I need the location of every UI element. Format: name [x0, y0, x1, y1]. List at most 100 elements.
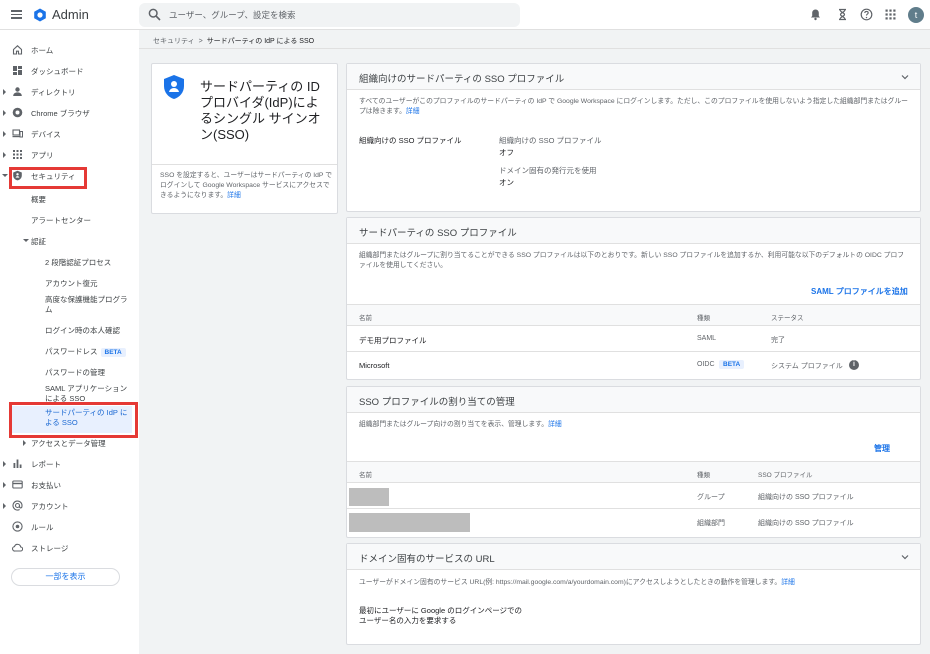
column-header[interactable]: 名前 [359, 312, 372, 322]
hourglass-icon[interactable] [836, 8, 849, 21]
add-saml-profile-button[interactable]: SAML プロファイルを追加 [811, 286, 908, 297]
sidebar-item-saml-apps[interactable]: SAML アプリケーションによる SSO [45, 384, 133, 403]
sidebar-item-chrome[interactable]: Chrome ブラウザ [0, 104, 139, 122]
sidebar-item-label: レポート [31, 460, 61, 469]
manage-button[interactable]: 管理 [874, 443, 890, 454]
table-row[interactable]: Microsoft OIDC BETA システム プロファイル i [347, 353, 920, 378]
panel-header[interactable]: 組織向けのサードパーティの SSO プロファイル [347, 64, 920, 90]
sidebar-item-label: アカウント [31, 502, 69, 511]
show-less-button[interactable]: 一部を表示 [11, 568, 120, 586]
sidebar-item-devices[interactable]: デバイス [0, 125, 139, 143]
column-header[interactable]: 種類 [697, 312, 710, 322]
breadcrumb-parent[interactable]: セキュリティ [153, 38, 195, 45]
setting2-value[interactable]: オン [499, 177, 514, 188]
search-icon[interactable] [148, 8, 161, 21]
sidebar-item-login-challenge[interactable]: ログイン時の本人確認 [45, 325, 120, 341]
app-title[interactable]: Admin [52, 7, 89, 22]
chevron-down-icon[interactable] [901, 553, 909, 561]
cloud-icon [12, 543, 23, 552]
info-icon[interactable]: i [849, 360, 859, 370]
redacted-name [349, 513, 470, 532]
column-header[interactable]: ステータス [771, 312, 804, 322]
panel-title: SSO プロファイルの割り当ての管理 [359, 397, 515, 408]
expand-arrow-icon[interactable] [3, 131, 6, 137]
info-card-title: サードパーティの ID プロバイダ(IdP)によるシングル サインオン(SSO) [200, 79, 321, 142]
avatar[interactable]: t [908, 7, 924, 23]
admin-logo-icon[interactable] [33, 8, 47, 22]
sidebar: ホーム ダッシュボード ディレクトリ Chrome ブラウザ デバイス アプリ … [0, 30, 139, 654]
sidebar-item-reports[interactable]: レポート [0, 455, 139, 473]
sidebar-item-account-recovery[interactable]: アカウント復元 [45, 278, 98, 294]
sidebar-item-label: ダッシュボード [31, 67, 84, 76]
sidebar-item-apps[interactable]: アプリ [0, 146, 139, 164]
help-icon[interactable] [860, 8, 873, 21]
expand-arrow-icon[interactable] [3, 503, 6, 509]
sidebar-item-storage[interactable]: ストレージ [0, 539, 139, 557]
profile-name[interactable]: Microsoft [359, 361, 389, 370]
panel-header[interactable]: ドメイン固有のサービスの URL [347, 544, 920, 570]
sidebar-item-password-management[interactable]: パスワードの管理 [45, 367, 105, 383]
home-icon [12, 45, 23, 55]
learn-more-link[interactable]: 詳細 [781, 579, 795, 586]
expand-arrow-icon[interactable] [3, 152, 6, 158]
table-row[interactable]: 組織部門 組織向けの SSO プロファイル [347, 510, 920, 535]
sidebar-item-alert-center[interactable]: アラートセンター [31, 215, 91, 231]
sidebar-item-passwordless[interactable]: パスワードレス BETA [45, 346, 126, 362]
sidebar-item-directory[interactable]: ディレクトリ [0, 83, 139, 101]
profile-status: 完了 [771, 337, 785, 344]
sidebar-item-2sv[interactable]: 2 段階認証プロセス [45, 257, 111, 273]
setting-line-2[interactable]: ユーザー名の入力を要求する [359, 615, 456, 626]
apps-grid-icon[interactable] [884, 8, 897, 21]
column-header[interactable]: 種類 [697, 469, 710, 479]
table-row[interactable]: グループ 組織向けの SSO プロファイル [347, 484, 920, 509]
column-header[interactable]: SSO プロファイル [758, 469, 813, 479]
panel-description-text: 組織部門またはグループ向けの割り当てを表示、管理します。 [359, 421, 549, 428]
setting2-label[interactable]: ドメイン固有の発行元を使用 [499, 165, 597, 176]
chevron-down-icon[interactable] [901, 73, 909, 81]
sidebar-item-authentication[interactable]: 認証 [31, 236, 46, 252]
sidebar-item-account[interactable]: アカウント [0, 497, 139, 515]
dashboard-icon [13, 66, 22, 75]
sidebar-item-overview[interactable]: 概要 [31, 194, 46, 210]
notifications-icon[interactable] [809, 8, 822, 21]
assignment-type: グループ [697, 494, 725, 501]
profile-name[interactable]: デモ用プロファイル [359, 335, 427, 346]
sidebar-item-home[interactable]: ホーム [0, 41, 139, 59]
sidebar-item-billing[interactable]: お支払い [0, 476, 139, 494]
sidebar-item-advanced-protection[interactable]: 高度な保護機能プログラム [45, 295, 133, 314]
credit-card-icon [12, 480, 23, 489]
expand-arrow-icon[interactable] [3, 461, 6, 467]
expand-arrow-icon[interactable] [3, 110, 6, 116]
learn-more-link[interactable]: 詳細 [227, 192, 241, 199]
collapse-arrow-icon[interactable] [23, 239, 29, 242]
sidebar-item-label: アプリ [31, 151, 54, 160]
assignment-profile: 組織向けの SSO プロファイル [758, 494, 854, 501]
learn-more-link[interactable]: 詳細 [406, 108, 420, 115]
menu-icon[interactable] [10, 8, 24, 22]
bar-chart-icon [13, 459, 22, 468]
collapse-arrow-icon[interactable] [2, 174, 8, 177]
setting1-label[interactable]: 組織向けの SSO プロファイル [499, 135, 602, 146]
sidebar-item-rules[interactable]: ルール [0, 518, 139, 536]
beta-badge: BETA [100, 348, 126, 357]
setting1-value[interactable]: オフ [499, 147, 514, 158]
profile-status: システム プロファイル [771, 363, 843, 370]
apps-icon [13, 150, 22, 159]
chrome-icon [12, 107, 23, 118]
learn-more-link[interactable]: 詳細 [548, 421, 562, 428]
breadcrumb-separator: > [198, 38, 203, 45]
sidebar-item-access-data[interactable]: アクセスとデータ管理 [31, 438, 106, 454]
column-header[interactable]: 名前 [359, 469, 372, 479]
panel-description: 組織部門またはグループ向けの割り当てを表示、管理します。詳細 [359, 420, 909, 430]
panel-description: ユーザーがドメイン固有のサービス URL(例: https://mail.goo… [359, 578, 909, 588]
table-header: 名前 種類 ステータス [347, 304, 920, 326]
expand-arrow-icon[interactable] [3, 482, 6, 488]
expand-arrow-icon[interactable] [23, 440, 26, 446]
third-party-sso-profiles-panel: サードパーティの SSO プロファイル 組織部門またはグループに割り当てることが… [346, 217, 921, 380]
sidebar-item-dashboard[interactable]: ダッシュボード [0, 62, 139, 80]
table-row[interactable]: デモ用プロファイル SAML 完了 [347, 327, 920, 352]
search-input[interactable] [169, 7, 509, 23]
search-bar[interactable] [139, 3, 520, 27]
expand-arrow-icon[interactable] [3, 89, 6, 95]
panel-description: 組織部門またはグループに割り当てることができる SSO プロファイルは以下のとお… [359, 252, 905, 269]
